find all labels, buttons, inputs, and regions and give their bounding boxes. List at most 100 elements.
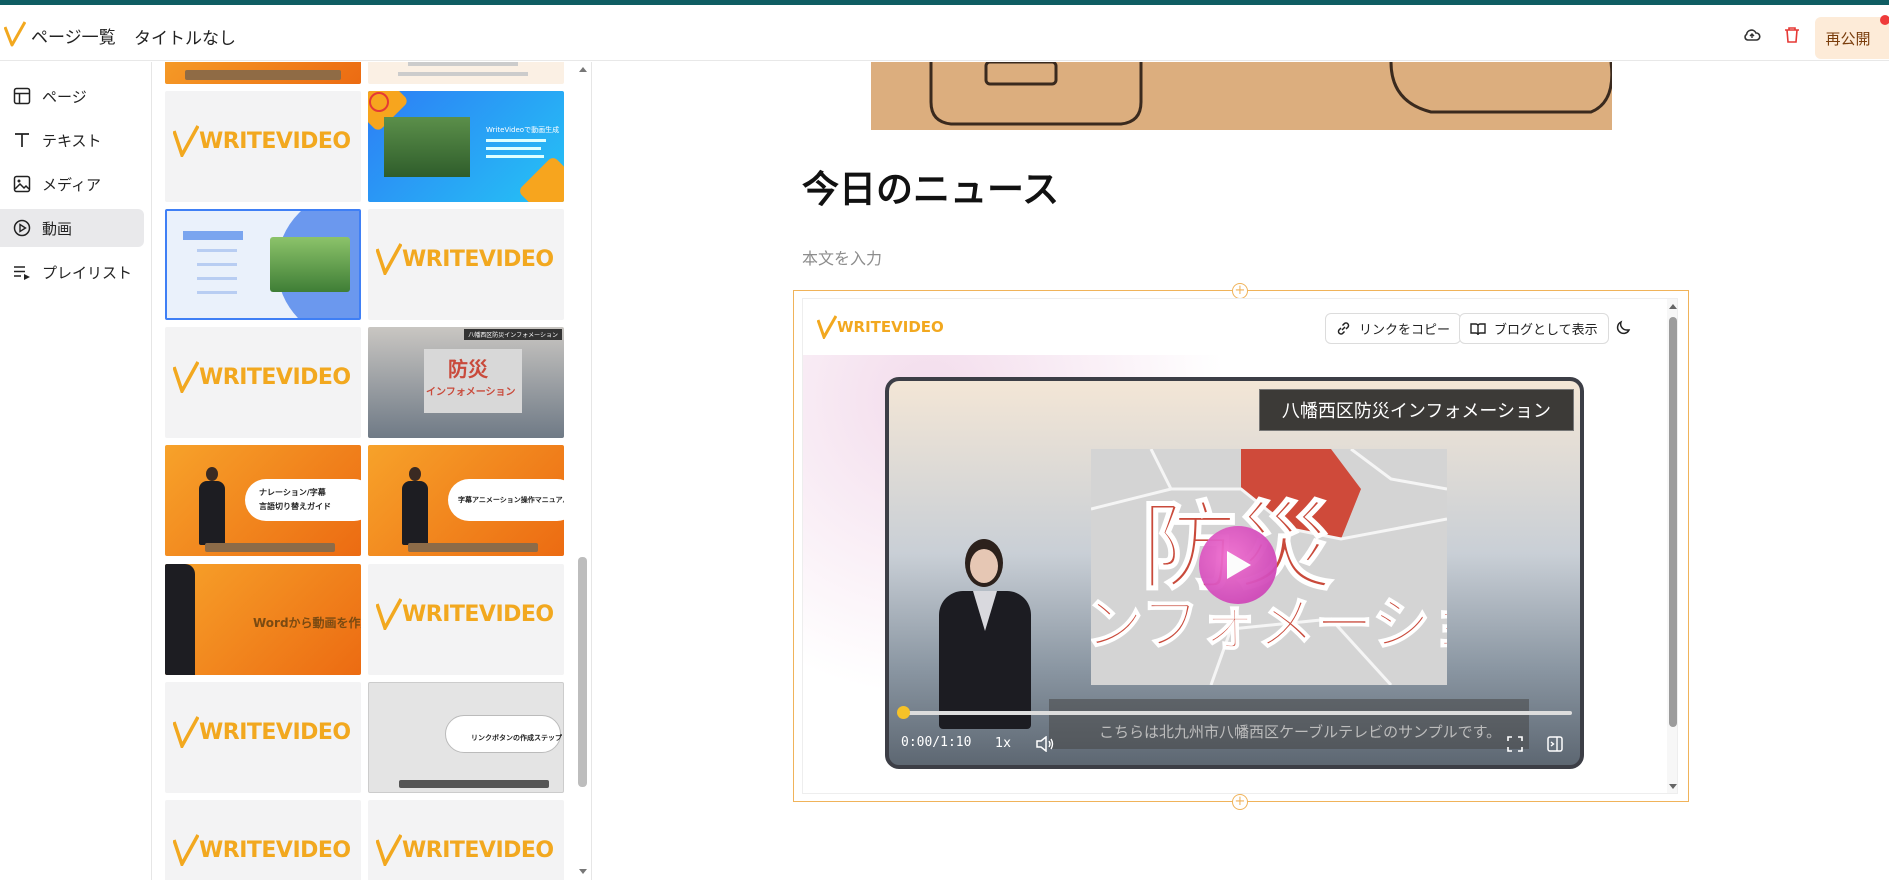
play-circle-icon — [12, 218, 32, 238]
video-thumbnail[interactable] — [165, 62, 361, 84]
sidebar-item-label: ページ — [42, 87, 87, 106]
video-thumbnail[interactable]: 八幡西区防災インフォメーション 防災 インフォメーション — [368, 327, 564, 438]
sidebar-item-label: 動画 — [42, 219, 73, 238]
sidebar-item-label: メディア — [42, 175, 101, 194]
thumbnail-title: Wordから動画を作成 — [253, 616, 361, 630]
thumbnail-title: WriteVideoで動画生成 — [486, 126, 560, 134]
sidebar-item-video[interactable]: 動画 — [0, 209, 144, 247]
sidebar-item-text[interactable]: テキスト — [0, 121, 144, 159]
hero-image[interactable] — [871, 62, 1612, 130]
video-thumbnail[interactable]: WRITEVIDEO — [368, 564, 564, 675]
trash-icon[interactable] — [1781, 24, 1803, 46]
link-icon — [1336, 321, 1351, 336]
sidebar-item-playlist[interactable]: プレイリスト — [0, 253, 144, 291]
scroll-down-icon[interactable] — [578, 868, 588, 876]
tool-sidebar: ページ テキスト メディア 動画 プレイリスト — [0, 62, 152, 880]
presenter-figure — [165, 564, 195, 675]
presenter-figure — [199, 467, 225, 545]
writevideo-logo: WRITEVIDEO — [173, 716, 351, 748]
video-title-banner: 八幡西区防災インフォメーション — [1258, 389, 1574, 431]
video-subtitle: こちらは北九州市八幡西区ケーブルテレビのサンプルです。 — [1099, 723, 1502, 741]
thumbnail-big-text: 防災 — [448, 357, 488, 381]
writevideo-logo: WRITEVIDEO — [376, 243, 554, 275]
video-thumbnail[interactable]: WRITEVIDEO — [368, 209, 564, 320]
page-title[interactable]: タイトルなし — [134, 24, 236, 49]
sidebar-item-page[interactable]: ページ — [0, 77, 144, 115]
page-list-link[interactable]: ページ一覧 — [31, 23, 116, 48]
copy-link-button[interactable]: リンクをコピー — [1325, 313, 1462, 344]
blog-view-button[interactable]: ブログとして表示 — [1459, 313, 1609, 344]
writevideo-logo-icon — [376, 834, 402, 866]
writevideo-logo-icon[interactable] — [4, 21, 26, 47]
video-thumbnail[interactable]: ナレーション/字幕 言語切り替えガイド — [165, 445, 361, 556]
add-block-below-icon[interactable]: + — [1232, 794, 1248, 810]
video-thumbnail[interactable] — [368, 62, 564, 84]
sidebar-item-media[interactable]: メディア — [0, 165, 144, 203]
scroll-up-icon[interactable] — [578, 65, 588, 73]
sidebar-item-label: テキスト — [42, 131, 102, 150]
sidebar-panel-icon[interactable] — [1545, 734, 1565, 754]
video-thumbnail[interactable]: Wordから動画を作成 — [165, 564, 361, 675]
layout-icon — [12, 86, 32, 106]
video-thumbnail[interactable]: WRITEVIDEO — [165, 800, 361, 880]
writevideo-logo: WRITEVIDEO — [376, 598, 554, 630]
scroll-up-icon[interactable] — [1668, 302, 1678, 310]
writevideo-logo: WRITEVIDEO — [173, 125, 351, 157]
republish-button[interactable]: 再公開 — [1815, 17, 1889, 59]
video-thumbnail-selected[interactable] — [165, 209, 361, 320]
playlist-icon — [12, 262, 32, 282]
sidebar-item-label: プレイリスト — [42, 263, 133, 282]
fullscreen-icon[interactable] — [1505, 734, 1525, 754]
thumbnail-label: 八幡西区防災インフォメーション — [464, 329, 562, 340]
writevideo-logo-icon — [173, 834, 199, 866]
writevideo-logo: WRITEVIDEO — [173, 361, 351, 393]
video-player[interactable]: 八幡西区防災インフォメーション 防災 ンフォメーション こちらは北九州市八幡西区… — [885, 377, 1584, 769]
body-text-input[interactable]: 本文を入力 — [802, 245, 882, 269]
writevideo-logo: WRITEVIDEO — [173, 834, 351, 866]
add-block-above-icon[interactable]: + — [1232, 283, 1248, 299]
play-button[interactable] — [1199, 526, 1277, 604]
video-thumbnail-grid: WRITEVIDEO WriteVideoで動画生成 WRITEVIDEO WR… — [152, 62, 574, 880]
embed-header: WRITEVIDEO リンクをコピー ブログとして表示 — [803, 299, 1677, 355]
thumbnail-title: リンクボタンの作成ステップ — [471, 734, 562, 742]
app-header: ページ一覧 タイトルなし 再公開 — [0, 5, 1889, 61]
volume-icon[interactable] — [1035, 734, 1055, 754]
notification-dot — [1880, 15, 1889, 25]
writevideo-logo-icon — [173, 361, 199, 393]
thumbnail-title: ナレーション/字幕 — [259, 488, 326, 497]
thumbnail-sub-text: インフォメーション — [426, 387, 516, 398]
video-thumbnail[interactable]: リンクボタンの作成ステップ — [368, 682, 564, 793]
play-icon — [1227, 551, 1251, 579]
embed-scrollbar-thumb[interactable] — [1669, 317, 1677, 727]
video-time: 0:00/1:10 — [901, 735, 972, 750]
presenter-figure — [939, 539, 1031, 729]
presenter-figure — [402, 467, 428, 545]
video-thumbnail[interactable]: WRITEVIDEO — [368, 800, 564, 880]
writevideo-logo-icon — [376, 243, 402, 275]
writevideo-logo: WRITEVIDEO — [376, 834, 554, 866]
writevideo-logo-icon — [376, 598, 402, 630]
video-thumbnail[interactable]: 字幕アニメーション操作マニュアル — [368, 445, 564, 556]
text-icon — [12, 130, 32, 150]
video-progress-knob[interactable] — [897, 706, 910, 719]
video-thumbnail[interactable]: WRITEVIDEO — [165, 327, 361, 438]
article-title[interactable]: 今日のニュース — [802, 159, 1059, 213]
writevideo-logo-icon — [173, 125, 199, 157]
video-progress-bar[interactable] — [901, 711, 1572, 715]
video-thumbnail[interactable]: WRITEVIDEO — [165, 682, 361, 793]
video-embed: WRITEVIDEO リンクをコピー ブログとして表示 八幡西区防災インフォメー… — [802, 298, 1678, 794]
map-sub-text: ンフォメーション — [1091, 589, 1447, 659]
embed-logo: WRITEVIDEO — [817, 315, 944, 339]
playback-rate-button[interactable]: 1x — [995, 736, 1011, 751]
dark-mode-icon[interactable] — [1615, 320, 1631, 340]
image-icon — [12, 174, 32, 194]
thumbnail-title: 字幕アニメーション操作マニュアル — [458, 496, 564, 504]
writevideo-logo-icon — [173, 716, 199, 748]
video-thumbnail[interactable]: WRITEVIDEO — [165, 91, 361, 202]
scroll-down-icon[interactable] — [1668, 783, 1678, 791]
video-thumbnail[interactable]: WriteVideoで動画生成 — [368, 91, 564, 202]
thumbnail-scrollbar-thumb[interactable] — [578, 557, 587, 787]
book-icon — [1470, 322, 1486, 336]
thumbnail-subtitle: 言語切り替えガイド — [259, 502, 331, 511]
cloud-sync-icon[interactable] — [1741, 24, 1763, 46]
